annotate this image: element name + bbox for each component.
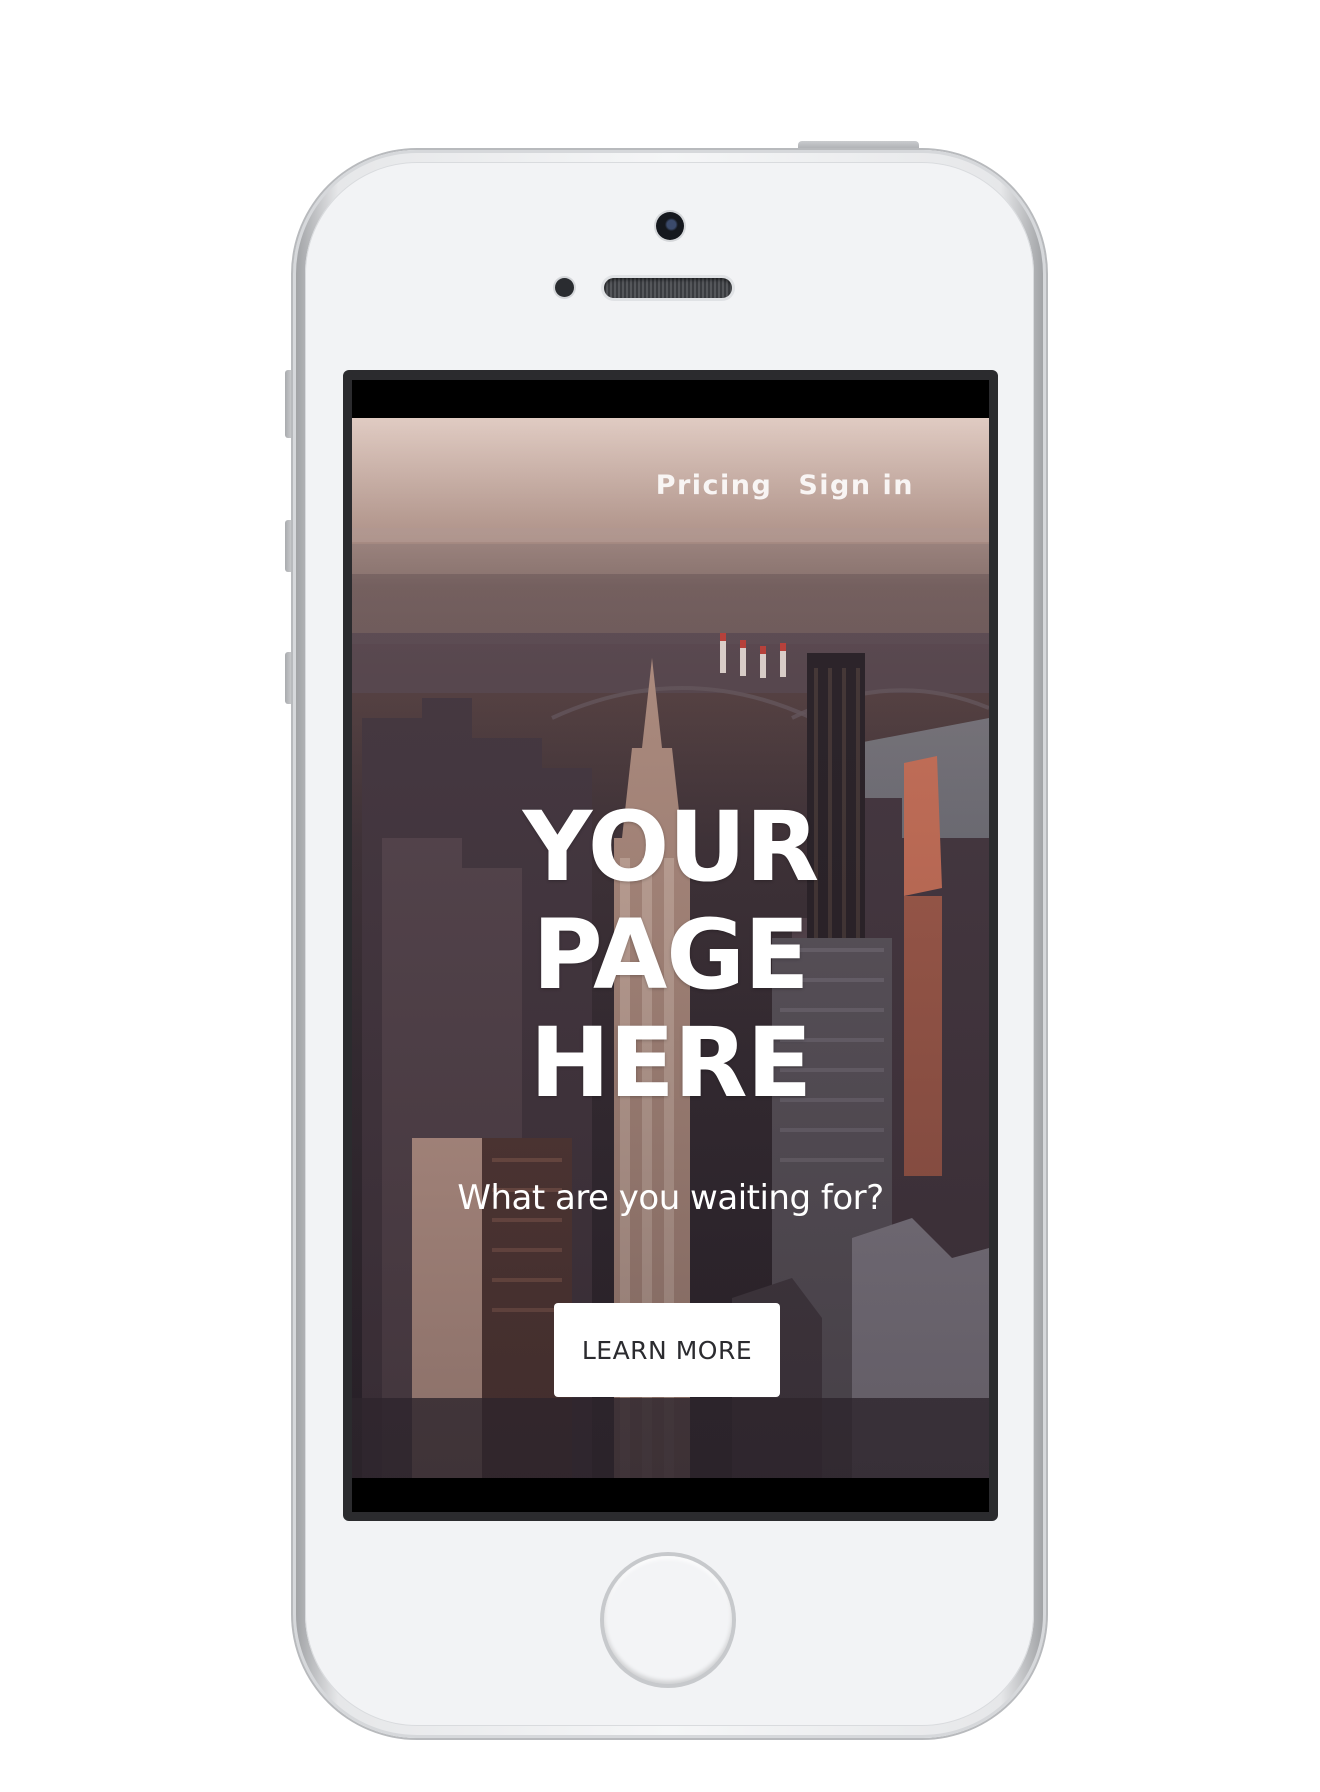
nav-link-sign-in[interactable]: Sign in (798, 470, 914, 501)
headline-line-1: YOUR (522, 791, 820, 903)
hero-section: Pricing Sign in YOUR PAGE HERE What are … (352, 418, 989, 1478)
proximity-sensor-icon (555, 278, 574, 297)
learn-more-button[interactable]: LEARN MORE (554, 1303, 780, 1397)
front-camera-icon (656, 212, 684, 240)
hero-headline: YOUR PAGE HERE (352, 793, 989, 1117)
earpiece-speaker-icon (604, 278, 732, 298)
headline-line-3: HERE (529, 1007, 812, 1119)
hero-subtitle: What are you waiting for? (457, 1178, 884, 1218)
home-button-icon[interactable] (604, 1556, 732, 1684)
top-navigation: Pricing Sign in (656, 470, 914, 501)
phone-screen: Pricing Sign in YOUR PAGE HERE What are … (352, 380, 989, 1512)
headline-line-2: PAGE (532, 899, 809, 1011)
nav-link-pricing[interactable]: Pricing (656, 470, 773, 501)
